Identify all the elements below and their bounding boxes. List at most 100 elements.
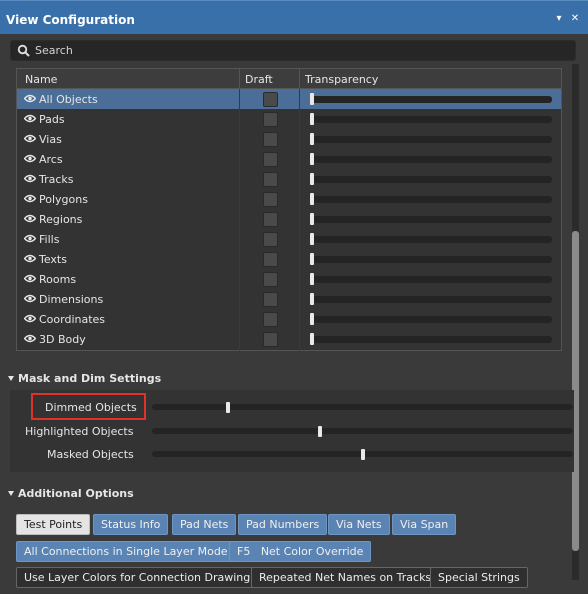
draft-checkbox[interactable]	[263, 312, 278, 327]
table-row[interactable]: 3D Body	[17, 329, 561, 349]
section-title: Additional Options	[18, 487, 134, 500]
draft-checkbox[interactable]	[263, 172, 278, 187]
table-row[interactable]: Texts	[17, 249, 561, 269]
transparency-slider-thumb[interactable]	[310, 273, 314, 285]
eye-icon[interactable]	[24, 254, 36, 263]
transparency-slider[interactable]	[310, 276, 552, 283]
draft-checkbox[interactable]	[263, 152, 278, 167]
table-row[interactable]: Fills	[17, 229, 561, 249]
all-connections-toggle[interactable]: All Connections in Single Layer Mode	[16, 541, 236, 562]
row-label: Arcs	[39, 153, 63, 166]
row-label: 3D Body	[39, 333, 86, 346]
transparency-slider[interactable]	[310, 216, 552, 223]
transparency-slider[interactable]	[310, 236, 552, 243]
transparency-slider[interactable]	[310, 96, 552, 103]
transparency-slider-thumb[interactable]	[310, 313, 314, 325]
transparency-slider-thumb[interactable]	[310, 333, 314, 345]
transparency-slider-thumb[interactable]	[310, 133, 314, 145]
pad-numbers-toggle[interactable]: Pad Numbers	[238, 514, 328, 535]
column-header-name[interactable]: Name	[25, 73, 57, 86]
draft-checkbox[interactable]	[263, 192, 278, 207]
transparency-slider[interactable]	[310, 196, 552, 203]
transparency-slider-thumb[interactable]	[310, 113, 314, 125]
table-row[interactable]: Polygons	[17, 189, 561, 209]
draft-checkbox[interactable]	[263, 212, 278, 227]
transparency-slider[interactable]	[310, 156, 552, 163]
transparency-slider-thumb[interactable]	[310, 173, 314, 185]
table-row[interactable]: Regions	[17, 209, 561, 229]
eye-icon[interactable]	[24, 154, 36, 163]
transparency-slider-thumb[interactable]	[310, 193, 314, 205]
pin-menu-icon[interactable]: ▾	[553, 13, 565, 24]
draft-checkbox[interactable]	[263, 92, 278, 107]
table-row[interactable]: Coordinates	[17, 309, 561, 329]
transparency-slider[interactable]	[310, 336, 552, 343]
column-divider[interactable]	[239, 69, 240, 89]
column-divider	[239, 89, 240, 351]
transparency-slider-thumb[interactable]	[310, 213, 314, 225]
pad-nets-toggle[interactable]: Pad Nets	[172, 514, 237, 535]
eye-icon[interactable]	[24, 334, 36, 343]
repeated-net-names-toggle[interactable]: Repeated Net Names on Tracks	[251, 567, 440, 588]
table-row[interactable]: All Objects	[17, 89, 561, 109]
special-strings-toggle[interactable]: Special Strings	[430, 567, 528, 588]
transparency-slider-thumb[interactable]	[310, 253, 314, 265]
table-row[interactable]: Pads	[17, 109, 561, 129]
via-nets-toggle[interactable]: Via Nets	[328, 514, 390, 535]
eye-icon[interactable]	[24, 114, 36, 123]
eye-icon[interactable]	[24, 274, 36, 283]
eye-icon[interactable]	[24, 174, 36, 183]
column-header-transparency[interactable]: Transparency	[305, 73, 378, 86]
dimmed-objects-slider-thumb[interactable]	[225, 402, 230, 413]
draft-checkbox[interactable]	[263, 252, 278, 267]
transparency-slider-thumb[interactable]	[310, 293, 314, 305]
table-row[interactable]: Arcs	[17, 149, 561, 169]
status-info-toggle[interactable]: Status Info	[93, 514, 169, 535]
search-input[interactable]	[35, 42, 565, 59]
eye-icon[interactable]	[24, 134, 36, 143]
section-mask-dim[interactable]: Mask and Dim Settings	[8, 372, 161, 385]
section-additional-options[interactable]: Additional Options	[8, 487, 134, 500]
test-points-toggle[interactable]: Test Points	[16, 514, 91, 535]
transparency-slider-thumb[interactable]	[310, 153, 314, 165]
draft-checkbox[interactable]	[263, 232, 278, 247]
net-color-override-toggle[interactable]: F5 Net Color Override	[229, 541, 372, 562]
masked-objects-slider-thumb[interactable]	[360, 449, 365, 460]
dimmed-objects-slider[interactable]	[152, 404, 573, 410]
table-row[interactable]: Tracks	[17, 169, 561, 189]
transparency-slider[interactable]	[310, 316, 552, 323]
use-layer-colors-toggle[interactable]: Use Layer Colors for Connection Drawing	[16, 567, 259, 588]
eye-icon[interactable]	[24, 294, 36, 303]
highlighted-objects-slider-thumb[interactable]	[318, 426, 323, 437]
eye-icon[interactable]	[24, 214, 36, 223]
transparency-slider[interactable]	[310, 256, 552, 263]
eye-icon[interactable]	[24, 94, 36, 103]
search-bar[interactable]	[10, 40, 576, 61]
transparency-slider[interactable]	[310, 296, 552, 303]
via-span-toggle[interactable]: Via Span	[392, 514, 457, 535]
column-header-draft[interactable]: Draft	[245, 73, 273, 86]
draft-checkbox[interactable]	[263, 112, 278, 127]
eye-icon[interactable]	[24, 234, 36, 243]
eye-icon[interactable]	[24, 314, 36, 323]
close-icon[interactable]: ✕	[569, 13, 581, 24]
row-label: Texts	[39, 253, 67, 266]
transparency-slider[interactable]	[310, 116, 552, 123]
column-divider[interactable]	[299, 69, 300, 89]
draft-checkbox[interactable]	[263, 272, 278, 287]
masked-objects-label: Masked Objects	[47, 448, 134, 461]
view-configuration-panel: View Configuration ▾ ✕ Name Draft Transp…	[0, 0, 588, 594]
transparency-slider-thumb[interactable]	[310, 233, 314, 245]
table-row[interactable]: Vias	[17, 129, 561, 149]
transparency-slider[interactable]	[310, 176, 552, 183]
draft-checkbox[interactable]	[263, 132, 278, 147]
title-bar[interactable]: View Configuration ▾ ✕	[0, 0, 588, 34]
transparency-slider-thumb[interactable]	[310, 93, 314, 105]
transparency-slider[interactable]	[310, 136, 552, 143]
highlighted-objects-slider[interactable]	[152, 428, 573, 434]
table-row[interactable]: Rooms	[17, 269, 561, 289]
draft-checkbox[interactable]	[263, 332, 278, 347]
draft-checkbox[interactable]	[263, 292, 278, 307]
eye-icon[interactable]	[24, 194, 36, 203]
table-row[interactable]: Dimensions	[17, 289, 561, 309]
